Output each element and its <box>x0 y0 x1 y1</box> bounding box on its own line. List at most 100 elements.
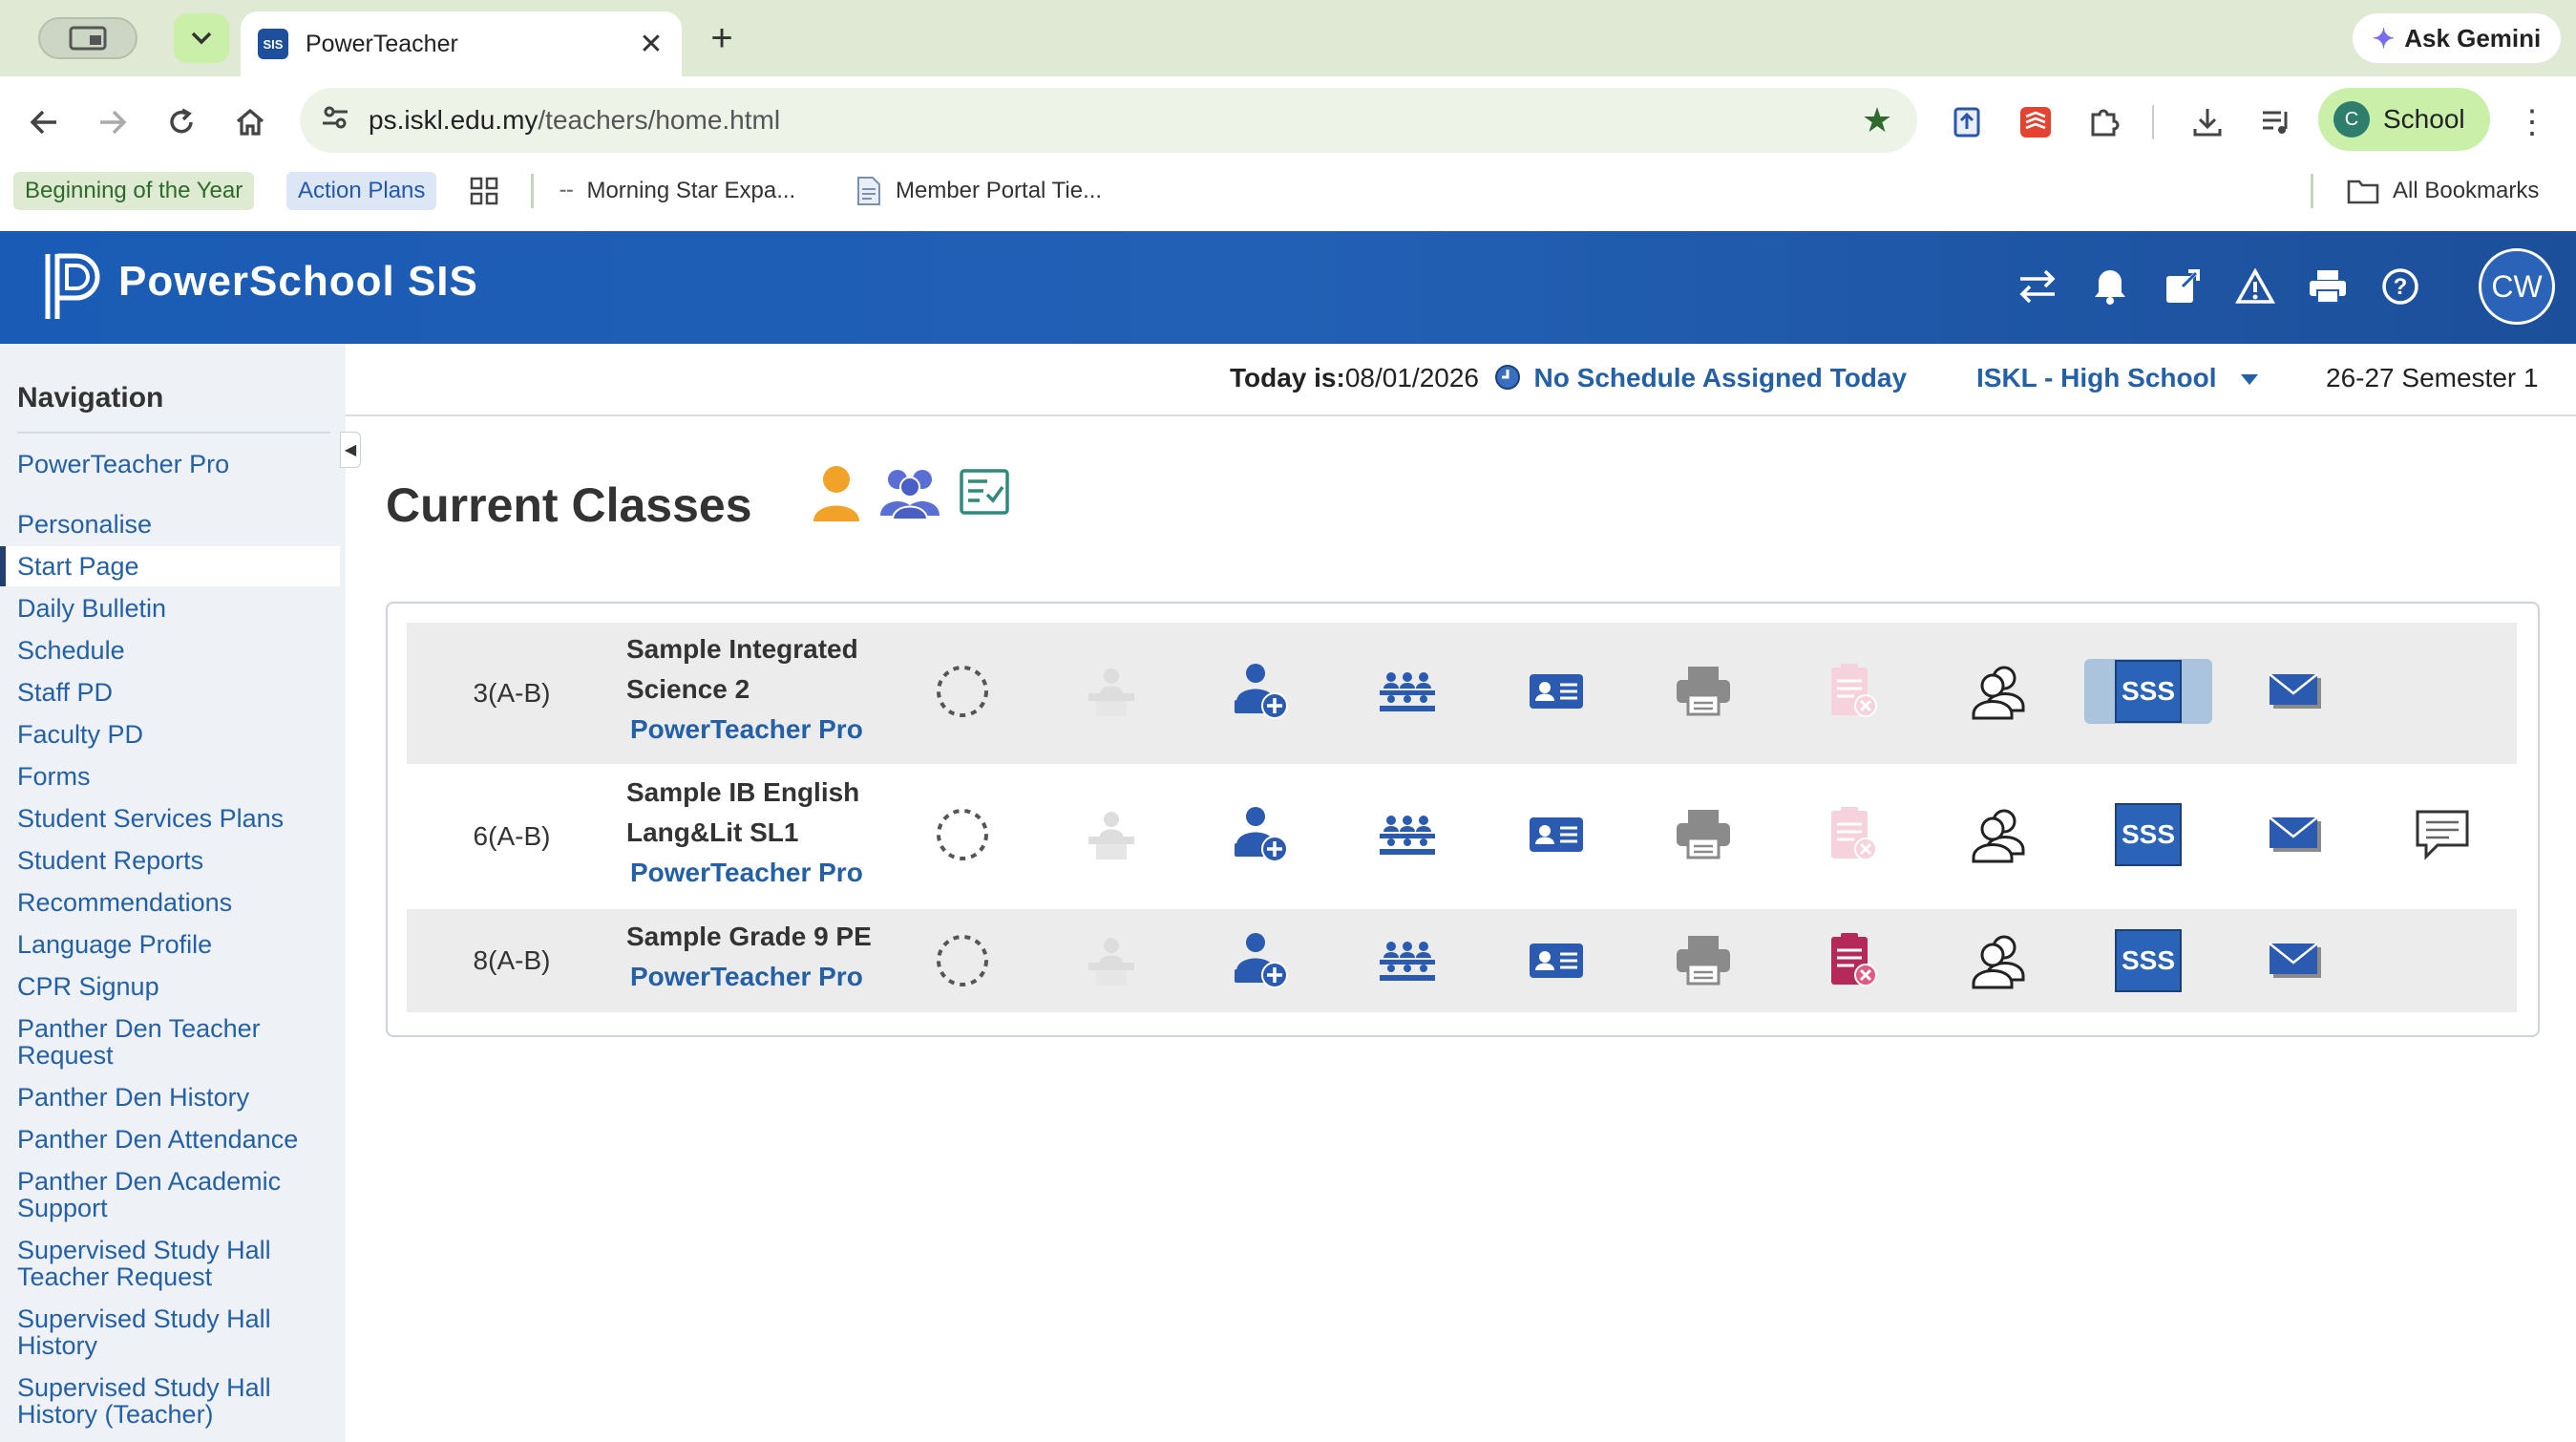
student-id-card-icon[interactable] <box>1518 922 1594 999</box>
sidebar-item-student-reports[interactable]: Student Reports <box>0 847 334 874</box>
school-selector[interactable]: ISKL - High School <box>1976 363 2260 393</box>
sidebar-item-forms[interactable]: Forms <box>0 763 334 790</box>
seating-chart-icon[interactable] <box>1369 653 1446 730</box>
print-reports-icon[interactable] <box>1665 653 1742 730</box>
site-settings-icon[interactable] <box>321 105 359 137</box>
clipboard-cancel-icon[interactable] <box>1814 922 1890 999</box>
home-button[interactable] <box>227 99 273 145</box>
extensions-puzzle-icon[interactable] <box>2083 101 2125 143</box>
bookmark-morning-star[interactable]: ╌ Morning Star Expa... <box>560 172 795 210</box>
sidebar-item-start-page[interactable]: Start Page <box>0 546 340 586</box>
sidebar-item-recommendations[interactable]: Recommendations <box>0 889 334 916</box>
tab-search-button[interactable] <box>174 13 229 63</box>
bookmark-apps-grid[interactable] <box>470 172 498 210</box>
profile-button[interactable]: C School <box>2318 88 2490 151</box>
bookmark-beginning-of-year[interactable]: Beginning of the Year <box>13 172 255 210</box>
sidebar-item-daily-bulletin[interactable]: Daily Bulletin <box>0 595 334 622</box>
user-avatar[interactable]: CW <box>2479 248 2555 325</box>
reload-button[interactable] <box>158 99 204 145</box>
add-student-icon[interactable] <box>1222 922 1299 999</box>
sidebar-item-cpr-signup[interactable]: CPR Signup <box>0 973 334 1000</box>
sidebar-item-schedule[interactable]: Schedule <box>0 637 334 664</box>
svg-text:?: ? <box>2394 274 2408 300</box>
sidebar-item-personalise[interactable]: Personalise <box>0 511 334 538</box>
print-reports-icon[interactable] <box>1665 922 1742 999</box>
forward-button[interactable] <box>90 99 136 145</box>
sidebar-item-panther-den-teacher-request[interactable]: Panther Den Teacher Request <box>0 1015 334 1069</box>
seating-chart-icon[interactable] <box>1369 922 1446 999</box>
close-tab-icon[interactable]: ✕ <box>632 28 670 61</box>
open-external-icon[interactable] <box>2156 258 2209 315</box>
page-title: Current Classes <box>386 478 752 532</box>
student-id-card-icon[interactable] <box>1518 653 1594 730</box>
address-bar[interactable]: ps.iskl.edu.my/teachers/home.html ★ <box>300 88 1917 153</box>
student-roster-icon[interactable] <box>1961 922 2038 999</box>
teacher-podium-icon[interactable] <box>1073 796 1150 873</box>
student-roster-icon[interactable] <box>1961 653 2038 730</box>
sidebar-item-supervised-study-hall-history[interactable]: Supervised Study Hall History <box>0 1305 334 1359</box>
sss-button[interactable]: SSS <box>2084 659 2212 724</box>
extension-todoist-icon[interactable] <box>2015 101 2057 143</box>
sss-button[interactable]: SSS <box>2115 803 2182 866</box>
bookmark-star-icon[interactable]: ★ <box>1848 100 1906 140</box>
attendance-checklist-icon[interactable] <box>959 468 1010 516</box>
print-icon[interactable] <box>2301 258 2354 315</box>
loading-spinner-icon[interactable] <box>924 653 1001 730</box>
sss-button[interactable]: SSS <box>2115 929 2182 992</box>
collapse-sidebar-button[interactable]: ◀ <box>340 432 361 468</box>
schedule-status-link[interactable]: No Schedule Assigned Today <box>1534 363 1908 392</box>
sidebar-item-supervised-study-hall-history-teacher[interactable]: Supervised Study Hall History (Teacher) <box>0 1374 334 1428</box>
teacher-podium-icon[interactable] <box>1073 653 1150 730</box>
powerteacher-pro-link[interactable]: PowerTeacher Pro <box>630 853 863 893</box>
bookmark-member-portal[interactable]: Member Portal Tie... <box>855 172 1102 210</box>
media-controls-icon[interactable] <box>2255 101 2297 143</box>
clipboard-cancel-icon[interactable] <box>1814 653 1890 730</box>
add-student-icon[interactable] <box>1222 653 1299 730</box>
window-switcher-button[interactable] <box>38 17 137 59</box>
sidebar-item-panther-den-academic-support[interactable]: Panther Den Academic Support <box>0 1168 334 1221</box>
add-student-icon[interactable] <box>1222 796 1299 873</box>
seating-chart-icon[interactable] <box>1369 796 1446 873</box>
single-student-icon[interactable] <box>810 462 863 525</box>
email-icon[interactable] <box>2257 922 2333 999</box>
powerteacher-pro-link[interactable]: PowerTeacher Pro <box>630 710 863 750</box>
alert-warning-icon[interactable] <box>2228 258 2282 315</box>
email-icon[interactable] <box>2257 653 2333 730</box>
sidebar-item-staff-pd[interactable]: Staff PD <box>0 679 334 706</box>
browser-menu-icon[interactable]: ⋮ <box>2511 99 2553 145</box>
bookmark-divider <box>2311 174 2313 208</box>
extension-upload-icon[interactable] <box>1946 101 1988 143</box>
sidebar-item-supervised-study-hall-teacher-request[interactable]: Supervised Study Hall Teacher Request <box>0 1237 334 1290</box>
browser-tab[interactable]: SIS PowerTeacher ✕ <box>241 11 682 76</box>
student-id-card-icon[interactable] <box>1518 796 1594 873</box>
print-reports-icon[interactable] <box>1665 796 1742 873</box>
ask-gemini-button[interactable]: ✦ Ask Gemini <box>2353 13 2561 63</box>
new-tab-button[interactable]: + <box>699 15 745 61</box>
help-icon[interactable]: ? <box>2374 258 2427 315</box>
switch-icon[interactable] <box>2011 258 2064 315</box>
sidebar-item-faculty-pd[interactable]: Faculty PD <box>0 721 334 748</box>
class-name: Sample IB English Lang&Lit SL1 PowerTeac… <box>626 773 863 893</box>
student-roster-icon[interactable] <box>1961 796 2038 873</box>
powerteacher-pro-link[interactable]: PowerTeacher Pro <box>630 957 872 997</box>
clipboard-cancel-icon[interactable] <box>1814 796 1890 873</box>
sidebar-item-panther-den-attendance[interactable]: Panther Den Attendance <box>0 1126 334 1153</box>
teacher-podium-icon[interactable] <box>1073 922 1150 999</box>
sidebar-item-student-services-plans[interactable]: Student Services Plans <box>0 805 334 832</box>
email-icon[interactable] <box>2257 796 2333 873</box>
notifications-bell-icon[interactable] <box>2083 258 2137 315</box>
url-text[interactable]: ps.iskl.edu.my/teachers/home.html <box>369 105 1848 136</box>
sidebar-item-powerteacher-pro[interactable]: PowerTeacher Pro <box>0 451 334 477</box>
loading-spinner-icon[interactable] <box>924 922 1001 999</box>
sidebar-item-panther-den-history[interactable]: Panther Den History <box>0 1084 334 1111</box>
comment-icon[interactable] <box>2404 796 2481 873</box>
all-bookmarks-button[interactable]: All Bookmarks <box>2347 172 2539 210</box>
term-selector[interactable]: 26-27 Semester 1 <box>2326 363 2539 393</box>
sidebar-item-language-profile[interactable]: Language Profile <box>0 931 334 958</box>
group-students-icon[interactable] <box>878 464 941 521</box>
loading-spinner-icon[interactable] <box>924 796 1001 873</box>
downloads-icon[interactable] <box>2186 101 2228 143</box>
bookmark-action-plans[interactable]: Action Plans <box>286 172 437 210</box>
powerschool-logo-icon[interactable] <box>42 250 101 323</box>
back-button[interactable] <box>21 99 67 145</box>
